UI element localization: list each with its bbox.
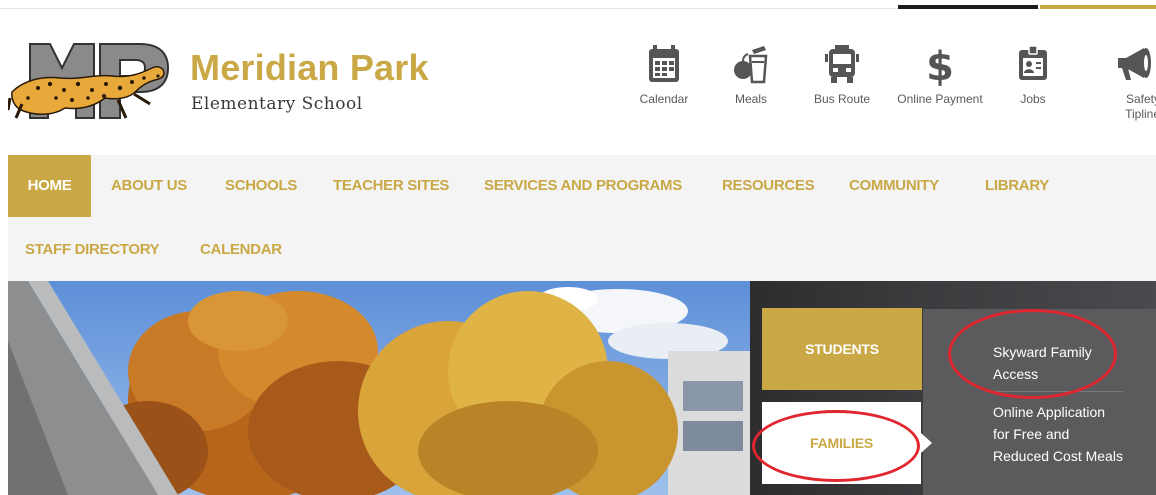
quick-link-calendar[interactable]: Calendar	[619, 44, 709, 107]
nav-item-about-us[interactable]: ABOUT US	[111, 177, 187, 194]
skyward-family-access-link[interactable]: Skyward Family Access	[993, 341, 1123, 385]
school-logo[interactable]	[8, 38, 184, 124]
quick-link-label: Online Payment	[897, 92, 983, 106]
bus-icon	[825, 45, 859, 83]
dollar-icon: $	[926, 44, 954, 86]
quick-link-meals[interactable]: Meals	[706, 44, 796, 107]
main-nav	[8, 155, 1156, 281]
hero-photo	[8, 281, 750, 495]
nav-item-community[interactable]: COMMUNITY	[849, 177, 939, 194]
calendar-icon	[649, 45, 679, 82]
nav-item-home[interactable]: HOME	[8, 155, 91, 217]
quick-link-label: Meals	[734, 92, 767, 106]
school-name[interactable]: Meridian Park	[190, 46, 429, 90]
megaphone-icon	[1118, 48, 1151, 80]
families-button[interactable]: FAMILIES	[762, 402, 921, 484]
svg-text:$: $	[926, 44, 954, 86]
meals-icon	[734, 46, 768, 84]
submenu-divider	[985, 391, 1123, 392]
nav-item-staff-directory[interactable]: STAFF DIRECTORY	[25, 241, 160, 258]
nav-item-teacher-sites[interactable]: TEACHER SITES	[333, 177, 449, 194]
top-accent-gold	[1040, 5, 1156, 9]
free-reduced-meals-link[interactable]: Online Application for Free and Reduced …	[993, 401, 1123, 467]
top-accent-dark	[898, 5, 1038, 9]
quick-link-label: Jobs	[1020, 92, 1046, 106]
quick-link-label: Calendar	[639, 92, 689, 106]
quick-link-safety-tipline[interactable]: Safety Tipline	[1092, 44, 1156, 122]
quick-link-label: Bus Route	[813, 92, 871, 106]
students-button[interactable]: STUDENTS	[762, 308, 922, 390]
nav-item-schools[interactable]: SCHOOLS	[225, 177, 297, 194]
families-pointer-arrow	[921, 433, 932, 453]
school-subtitle: Elementary School	[191, 94, 363, 114]
id-badge-icon	[1019, 45, 1047, 80]
nav-item-services-and-programs[interactable]: SERVICES AND PROGRAMS	[484, 177, 682, 194]
quick-link-online-payment[interactable]: $ Online Payment	[895, 44, 985, 107]
quick-link-jobs[interactable]: Jobs	[988, 44, 1078, 107]
quick-link-label: Safety Tipline	[1125, 92, 1156, 121]
nav-item-resources[interactable]: RESOURCES	[722, 177, 815, 194]
quick-link-bus-route[interactable]: Bus Route	[797, 44, 887, 107]
nav-item-calendar[interactable]: CALENDAR	[200, 241, 282, 258]
nav-item-library[interactable]: LIBRARY	[985, 177, 1049, 194]
